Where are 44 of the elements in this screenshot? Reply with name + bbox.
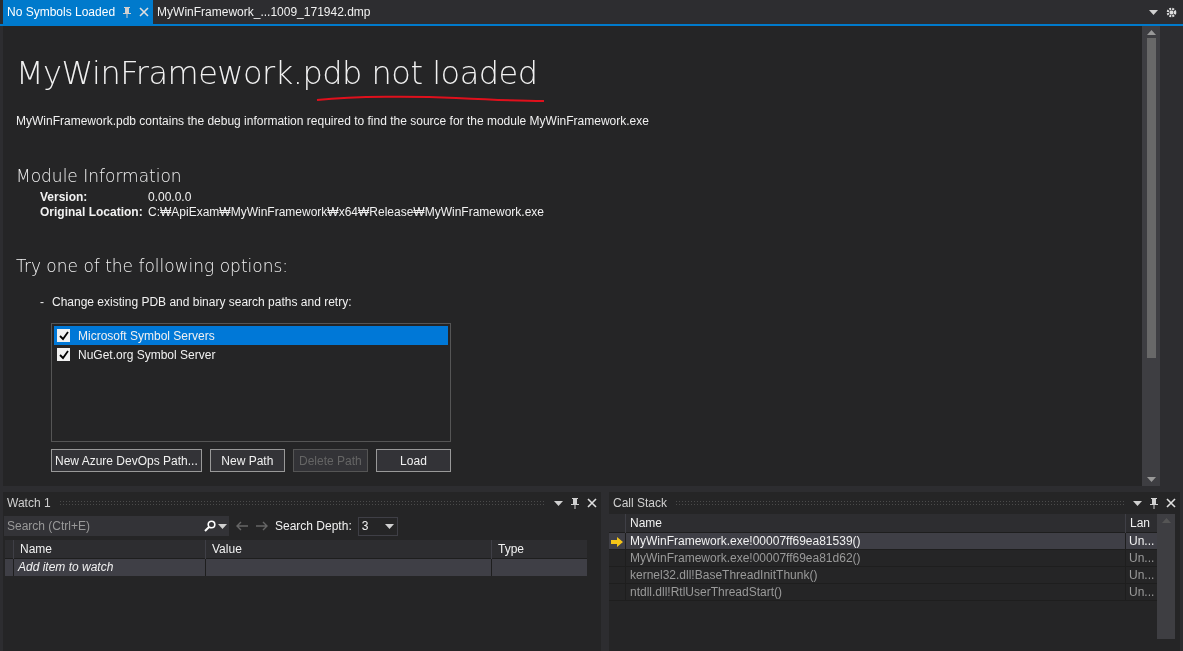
dropdown-caret-icon[interactable]: [1133, 500, 1142, 506]
panel-title: Watch 1: [7, 495, 51, 512]
action-button[interactable]: Load: [375, 449, 451, 472]
page-title: MyWinFramework.pdb not loaded: [16, 53, 538, 94]
search-field[interactable]: Search (Ctrl+E): [4, 516, 204, 536]
panel-title: Call Stack: [613, 495, 668, 512]
depth-caret-icon[interactable]: [384, 523, 394, 529]
pin-icon[interactable]: [1150, 497, 1158, 509]
call-stack-row[interactable]: kernel32.dll!BaseThreadInitThunk() Un...: [609, 567, 1157, 584]
symbol-server-item[interactable]: NuGet.org Symbol Server: [54, 345, 448, 364]
bullet-text: -: [40, 294, 44, 311]
call-stack-row[interactable]: MyWinFramework.exe!00007ff69ea81d62() Un...: [609, 550, 1157, 567]
action-button[interactable]: New Path: [209, 449, 285, 472]
section-heading: Module Information: [16, 165, 183, 188]
symbol-server-item[interactable]: Microsoft Symbol Servers: [54, 326, 448, 345]
forward-arrow-icon[interactable]: [255, 521, 269, 531]
document-tab[interactable]: MyWinFramework_...1009_171942.dmp: [153, 0, 375, 24]
checkbox[interactable]: [57, 348, 70, 361]
description-text: MyWinFramework.pdb contains the debug information required to find the source for the module MyWinFramework.exe: [16, 113, 650, 130]
settings-icon[interactable]: [1166, 6, 1177, 18]
dropdown-caret-icon[interactable]: [554, 500, 563, 506]
call-stack-row[interactable]: ntdll.dll!RtlUserThreadStart() Un...: [609, 584, 1157, 601]
close-icon[interactable]: [587, 498, 597, 508]
section-heading: Try one of the following options:: [16, 254, 290, 278]
field-label: Version:: [40, 189, 89, 205]
scroll-down-icon[interactable]: [1146, 477, 1156, 482]
search-depth-label: Search Depth:: [275, 518, 352, 535]
current-frame-arrow-icon: [611, 536, 623, 547]
field-label: Original Location:: [40, 204, 144, 220]
search-options-caret-icon[interactable]: [218, 523, 227, 529]
field-value: C:₩ApiExam₩MyWinFramework₩x64₩Release₩MyWinFramework.exe: [148, 204, 546, 220]
call-stack-row[interactable]: MyWinFramework.exe!00007ff69ea81539() Un...: [609, 533, 1157, 550]
search-depth-dropdown[interactable]: 3: [357, 516, 398, 536]
scrollbar[interactable]: [1142, 26, 1160, 486]
checkbox[interactable]: [57, 329, 70, 342]
close-icon[interactable]: [1166, 498, 1176, 508]
tab-list-caret-icon[interactable]: [1149, 9, 1158, 15]
pin-icon[interactable]: [571, 497, 579, 509]
back-arrow-icon[interactable]: [235, 521, 249, 531]
field-value: 0.00.0.0: [148, 189, 193, 205]
scroll-up-icon[interactable]: [1146, 30, 1156, 35]
option-text: Change existing PDB and binary search paths and retry:: [52, 294, 352, 311]
search-icon[interactable]: [204, 520, 216, 532]
action-button[interactable]: New Azure DevOps Path...: [51, 449, 202, 472]
